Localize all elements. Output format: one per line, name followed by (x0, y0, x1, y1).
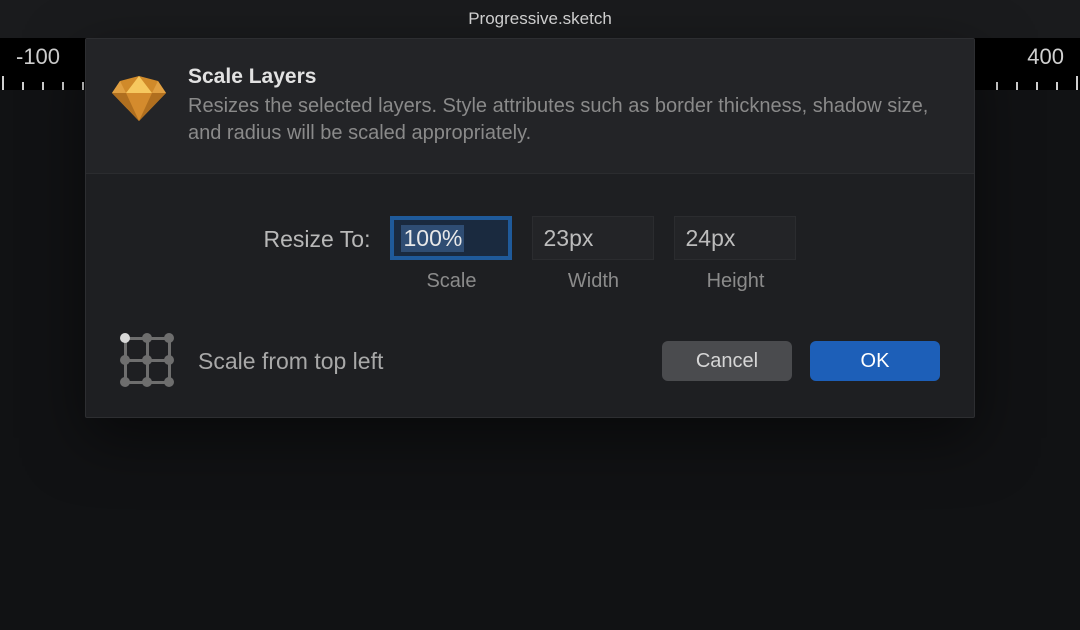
scale-field-group: 100% Scale (390, 216, 512, 293)
scale-input-value: 100% (401, 225, 464, 252)
height-input[interactable]: 24px (674, 216, 796, 260)
dialog-buttons: Cancel OK (662, 341, 940, 381)
width-input[interactable]: 23px (532, 216, 654, 260)
scale-sublabel: Scale (426, 270, 476, 293)
ruler-label-left: -100 (16, 44, 60, 70)
height-field-group: 24px Height (674, 216, 796, 293)
dialog-header: Scale Layers Resizes the selected layers… (86, 39, 974, 174)
scale-anchor-picker[interactable] (120, 333, 176, 389)
anchor-group: Scale from top left (120, 333, 383, 389)
width-sublabel: Width (568, 270, 619, 293)
ruler-label-right: 400 (1027, 44, 1064, 70)
anchor-label: Scale from top left (198, 348, 383, 375)
dialog-description: Resizes the selected layers. Style attri… (188, 93, 944, 147)
window-titlebar: Progressive.sketch (0, 0, 1080, 38)
window-title: Progressive.sketch (468, 9, 612, 29)
width-field-group: 23px Width (532, 216, 654, 293)
resize-to-label: Resize To: (264, 216, 371, 253)
width-input-value: 23px (543, 225, 593, 252)
scale-input[interactable]: 100% (390, 216, 512, 260)
sketch-app-icon (112, 71, 166, 125)
height-sublabel: Height (707, 270, 765, 293)
height-input-value: 24px (685, 225, 735, 252)
ok-button[interactable]: OK (810, 341, 940, 381)
scale-layers-dialog: Scale Layers Resizes the selected layers… (85, 38, 975, 418)
dialog-header-text: Scale Layers Resizes the selected layers… (188, 65, 944, 147)
dialog-title: Scale Layers (188, 65, 944, 89)
resize-row: Resize To: 100% Scale 23px Width 24px He… (116, 216, 944, 293)
dialog-footer: Scale from top left Cancel OK (116, 327, 944, 393)
cancel-button[interactable]: Cancel (662, 341, 792, 381)
dialog-body: Resize To: 100% Scale 23px Width 24px He… (86, 174, 974, 417)
